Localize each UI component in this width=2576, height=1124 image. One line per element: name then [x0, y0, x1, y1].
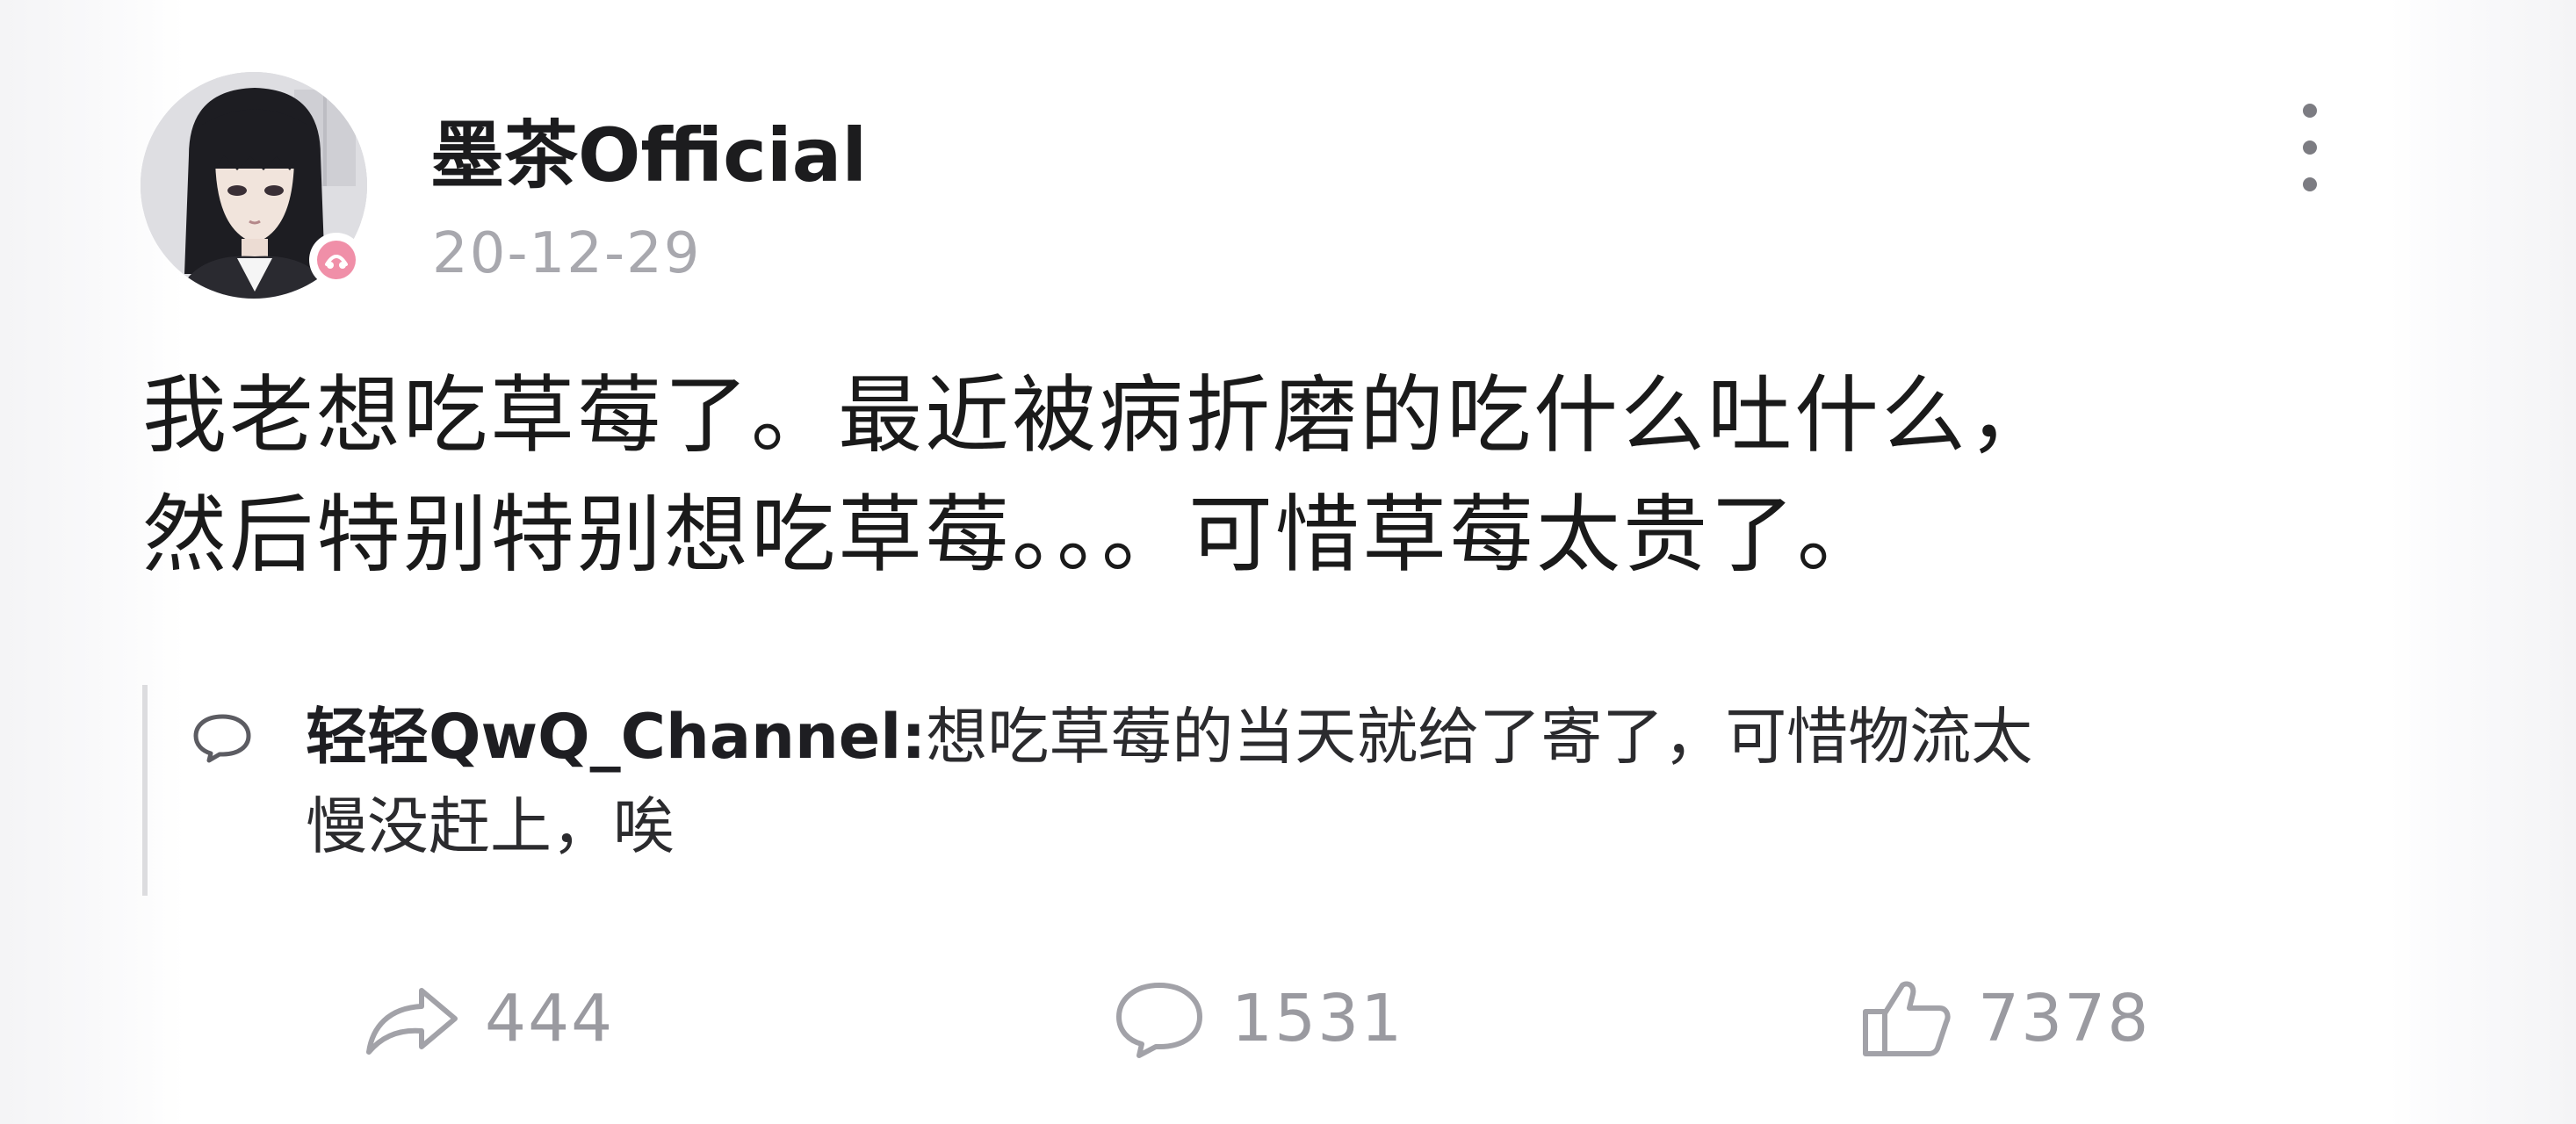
post-body: 我老想吃草莓了。最近被病折磨的吃什么吐什么， 然后特别特别想吃草莓。。。可惜草莓… [142, 356, 2356, 594]
quote-author[interactable]: 轻轻QwQ_Channel: [306, 701, 926, 773]
post-body-line: 然后特别特别想吃草莓。。。可惜草莓太贵了。 [142, 486, 1884, 584]
comment-bubble-icon [191, 711, 253, 764]
quote-line: 慢没赶上，唉 [306, 790, 675, 862]
comment-bubble-icon [1116, 983, 1202, 1058]
repost-button[interactable]: 444 [360, 966, 614, 1071]
post-page: 墨茶Official 20-12-29 我老想吃草莓了。最近被病折磨的吃什么吐什… [0, 0, 2576, 1124]
username[interactable]: 墨茶Official [430, 97, 867, 203]
quoted-comment[interactable]: 轻轻QwQ_Channel:想吃草莓的当天就给了寄了，可惜物流太 慢没赶上，唉 [142, 685, 2396, 896]
comment-button[interactable]: 1531 [1107, 966, 1403, 1071]
post-date: 20-12-29 [432, 221, 702, 286]
more-dot [2303, 104, 2317, 118]
verified-badge-icon [309, 233, 364, 287]
action-bar: 444 1531 7378 [0, 966, 2576, 1071]
thumbs-up-icon [1863, 981, 1951, 1056]
more-vertical-icon[interactable] [2284, 104, 2336, 191]
quote-line: 轻轻QwQ_Channel:想吃草莓的当天就给了寄了，可惜物流太 [306, 692, 2536, 782]
more-dot [2303, 140, 2317, 155]
like-button[interactable]: 7378 [1853, 966, 2150, 1071]
quote-text: 轻轻QwQ_Channel:想吃草莓的当天就给了寄了，可惜物流太 慢没赶上，唉 [306, 692, 2536, 871]
post-body-line: 我老想吃草莓了。最近被病折磨的吃什么吐什么， [142, 366, 2055, 465]
more-dot [2303, 177, 2317, 191]
share-arrow-icon [366, 988, 458, 1055]
comment-count: 1531 [1231, 981, 1404, 1056]
repost-count: 444 [485, 981, 615, 1056]
like-count: 7378 [1978, 981, 2151, 1056]
quote-content: 想吃草莓的当天就给了寄了，可惜物流太 [926, 701, 2033, 773]
